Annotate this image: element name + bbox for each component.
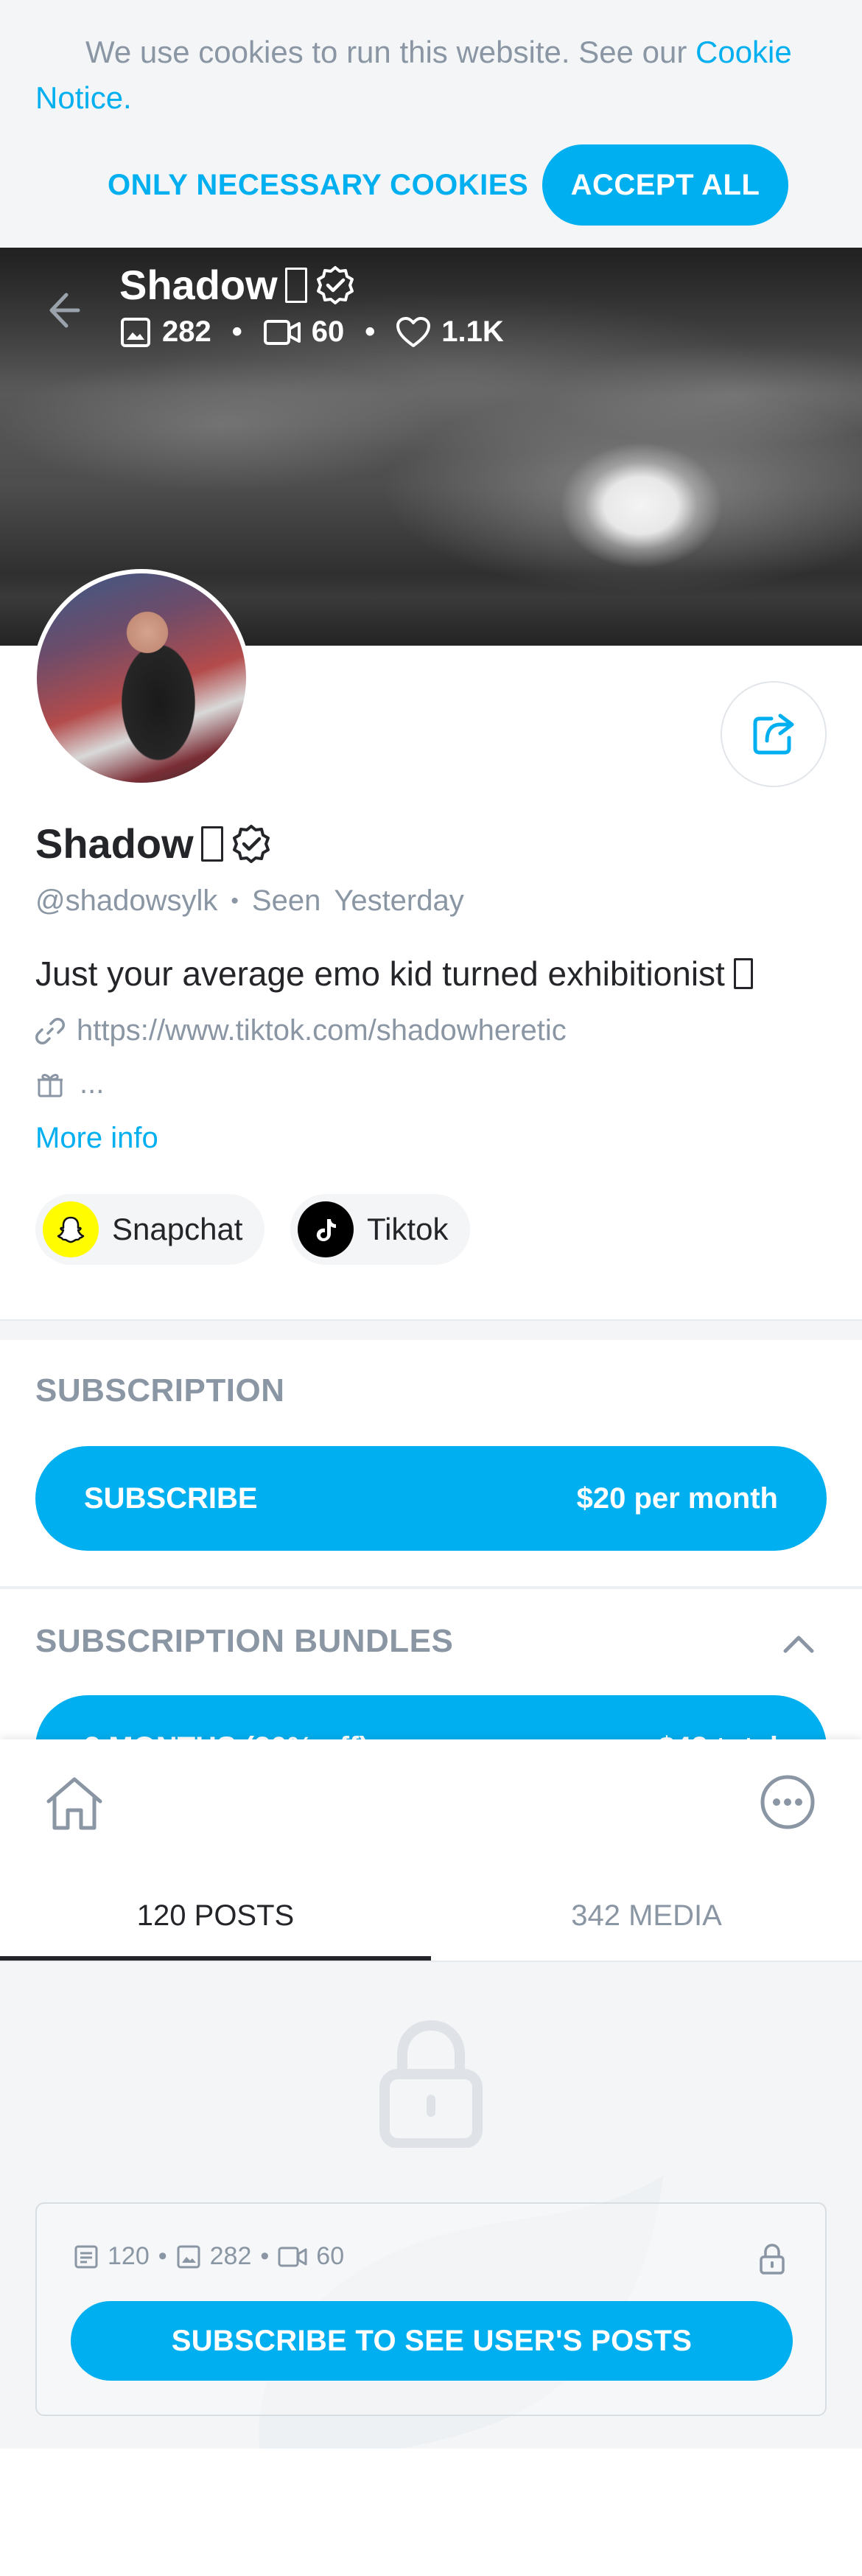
cookie-banner: We use cookies to run this website. See … — [0, 0, 862, 248]
subscription-bundles-title: SUBSCRIPTION BUNDLES — [35, 1623, 454, 1659]
section-divider — [0, 1586, 862, 1589]
cover-videos-count: 60 — [311, 315, 345, 348]
share-button[interactable] — [721, 681, 827, 787]
unknown-glyph-icon — [200, 825, 223, 862]
bundle-button[interactable]: 3 MONTHS (30% off) $42 total — [35, 1695, 827, 1739]
cover-name-text: Shadow — [119, 262, 278, 308]
gift-text: ... — [80, 1067, 105, 1100]
cover-likes-count: 1.1K — [441, 315, 504, 348]
bundle-clip: 3 MONTHS (30% off) $42 total — [0, 1680, 862, 1739]
locked-images-count: 282 — [209, 2242, 252, 2270]
heart-icon — [396, 316, 431, 347]
image-icon — [121, 317, 150, 347]
tab-media[interactable]: 342 MEDIA — [431, 1871, 862, 1961]
seen-label: Seen — [251, 884, 321, 917]
cookie-notice-text: We use cookies to run this website. See … — [35, 35, 792, 115]
bundle-label: 3 MONTHS (30% off) — [84, 1731, 369, 1740]
unknown-glyph-icon — [733, 958, 753, 989]
verified-badge-icon — [316, 265, 354, 304]
profile-handle: @shadowsylk — [35, 884, 218, 917]
video-icon — [278, 2247, 307, 2266]
subscribe-price: $20 per month — [576, 1481, 778, 1515]
profile-bio: Just your average emo kid turned exhibit… — [35, 954, 753, 994]
subscribe-label: SUBSCRIBE — [84, 1481, 258, 1515]
back-arrow-icon[interactable] — [34, 285, 85, 336]
locked-stats: 120 • 282 • 60 — [74, 2242, 344, 2271]
locked-posts-count: 120 — [108, 2242, 150, 2270]
profile-link-row: https://www.tiktok.com/shadowheretic — [35, 1014, 567, 1047]
more-info-link[interactable]: More info — [35, 1122, 158, 1155]
locked-content: 120 • 282 • 60 SUBSCRIBE TO SEE USER'S P… — [0, 1962, 862, 2448]
snapchat-label: Snapchat — [112, 1212, 243, 1246]
subscribe-button[interactable]: SUBSCRIBE $20 per month — [35, 1446, 827, 1551]
cover-images-count: 282 — [162, 315, 211, 348]
unknown-glyph-icon — [284, 267, 307, 303]
share-icon — [753, 713, 794, 755]
locked-videos-count: 60 — [316, 2242, 345, 2270]
subscription-title: SUBSCRIPTION — [35, 1372, 285, 1409]
verified-badge-icon — [232, 824, 270, 863]
locked-posts-card: 120 • 282 • 60 SUBSCRIBE TO SEE USER'S P… — [35, 2202, 827, 2416]
post-icon — [74, 2245, 98, 2268]
link-icon — [35, 1017, 65, 1044]
section-divider — [0, 1319, 862, 1340]
cover-title: Shadow — [119, 261, 356, 309]
tab-posts[interactable]: 120 POSTS — [0, 1871, 431, 1961]
home-icon[interactable] — [41, 1770, 108, 1837]
profile-link[interactable]: https://www.tiktok.com/shadowheretic — [77, 1014, 567, 1047]
gift-row: ... — [35, 1067, 104, 1100]
subscribe-to-see-posts-button[interactable]: SUBSCRIBE TO SEE USER'S POSTS — [71, 2301, 793, 2381]
seen-value: Yesterday — [334, 884, 464, 917]
snapchat-icon — [43, 1201, 99, 1257]
snapchat-button[interactable]: Snapchat — [35, 1194, 265, 1265]
bundle-price: $42 total — [659, 1731, 778, 1740]
more-options-icon[interactable] — [754, 1769, 821, 1835]
tiktok-button[interactable]: Tiktok — [290, 1194, 471, 1265]
gift-icon — [38, 1073, 63, 1097]
only-necessary-cookies-button[interactable]: ONLY NECESSARY COOKIES — [87, 144, 549, 226]
profile-name: Shadow — [35, 820, 272, 868]
image-icon — [177, 2245, 200, 2268]
lock-icon — [379, 2020, 483, 2148]
chevron-up-icon[interactable] — [781, 1630, 816, 1657]
profile-meta: @shadowsylk • Seen Yesterday — [35, 884, 464, 917]
profile-name-text: Shadow — [35, 820, 194, 867]
video-icon — [263, 319, 301, 345]
small-lock-icon — [760, 2244, 785, 2275]
tiktok-label: Tiktok — [367, 1212, 449, 1246]
cover-stats: 282 • 60 • 1.1K — [119, 315, 504, 349]
avatar[interactable] — [32, 569, 250, 787]
bio-text: Just your average emo kid turned exhibit… — [35, 954, 725, 993]
sticky-header: 120 POSTS 342 MEDIA — [0, 1739, 862, 1961]
accept-all-cookies-button[interactable]: ACCEPT ALL — [542, 144, 788, 226]
tiktok-icon — [298, 1201, 354, 1257]
